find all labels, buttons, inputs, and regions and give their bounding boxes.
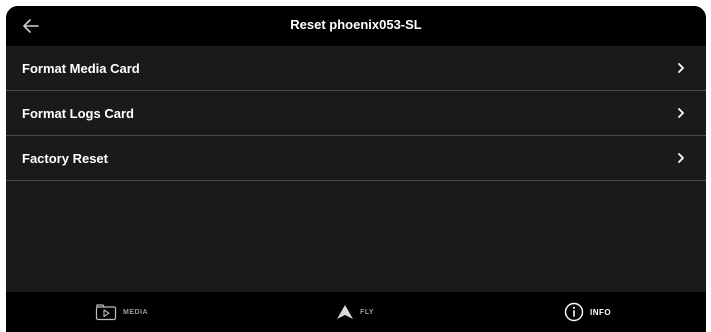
chevron-right-icon bbox=[678, 153, 684, 163]
nav-info-label: INFO bbox=[590, 307, 612, 317]
format-logs-card-item[interactable]: Format Logs Card bbox=[6, 91, 706, 136]
format-media-card-item[interactable]: Format Media Card bbox=[6, 46, 706, 91]
info-icon bbox=[564, 302, 584, 322]
chevron-right-icon bbox=[678, 108, 684, 118]
nav-media-label: MEDIA bbox=[123, 308, 149, 316]
nav-media[interactable]: MEDIA bbox=[95, 292, 148, 332]
fly-arrow-icon bbox=[337, 305, 353, 319]
nav-fly-label: FLY bbox=[360, 308, 375, 316]
chevron-right-icon bbox=[678, 63, 684, 73]
menu-item-label: Format Logs Card bbox=[22, 106, 134, 121]
header-bar: Reset phoenix053-SL bbox=[6, 6, 706, 46]
menu-item-label: Format Media Card bbox=[22, 61, 140, 76]
media-play-icon bbox=[95, 304, 117, 321]
menu-item-label: Factory Reset bbox=[22, 151, 108, 166]
page-title: Reset phoenix053-SL bbox=[290, 17, 422, 32]
factory-reset-item[interactable]: Factory Reset bbox=[6, 136, 706, 181]
app-window: Reset phoenix053-SL Format Media Card Fo… bbox=[6, 6, 706, 332]
nav-info[interactable]: INFO bbox=[564, 292, 611, 332]
reset-menu: Format Media Card Format Logs Card Facto… bbox=[6, 46, 706, 181]
nav-fly[interactable]: FLY bbox=[336, 292, 374, 332]
bottom-nav: MEDIA FLY INFO bbox=[6, 292, 706, 332]
